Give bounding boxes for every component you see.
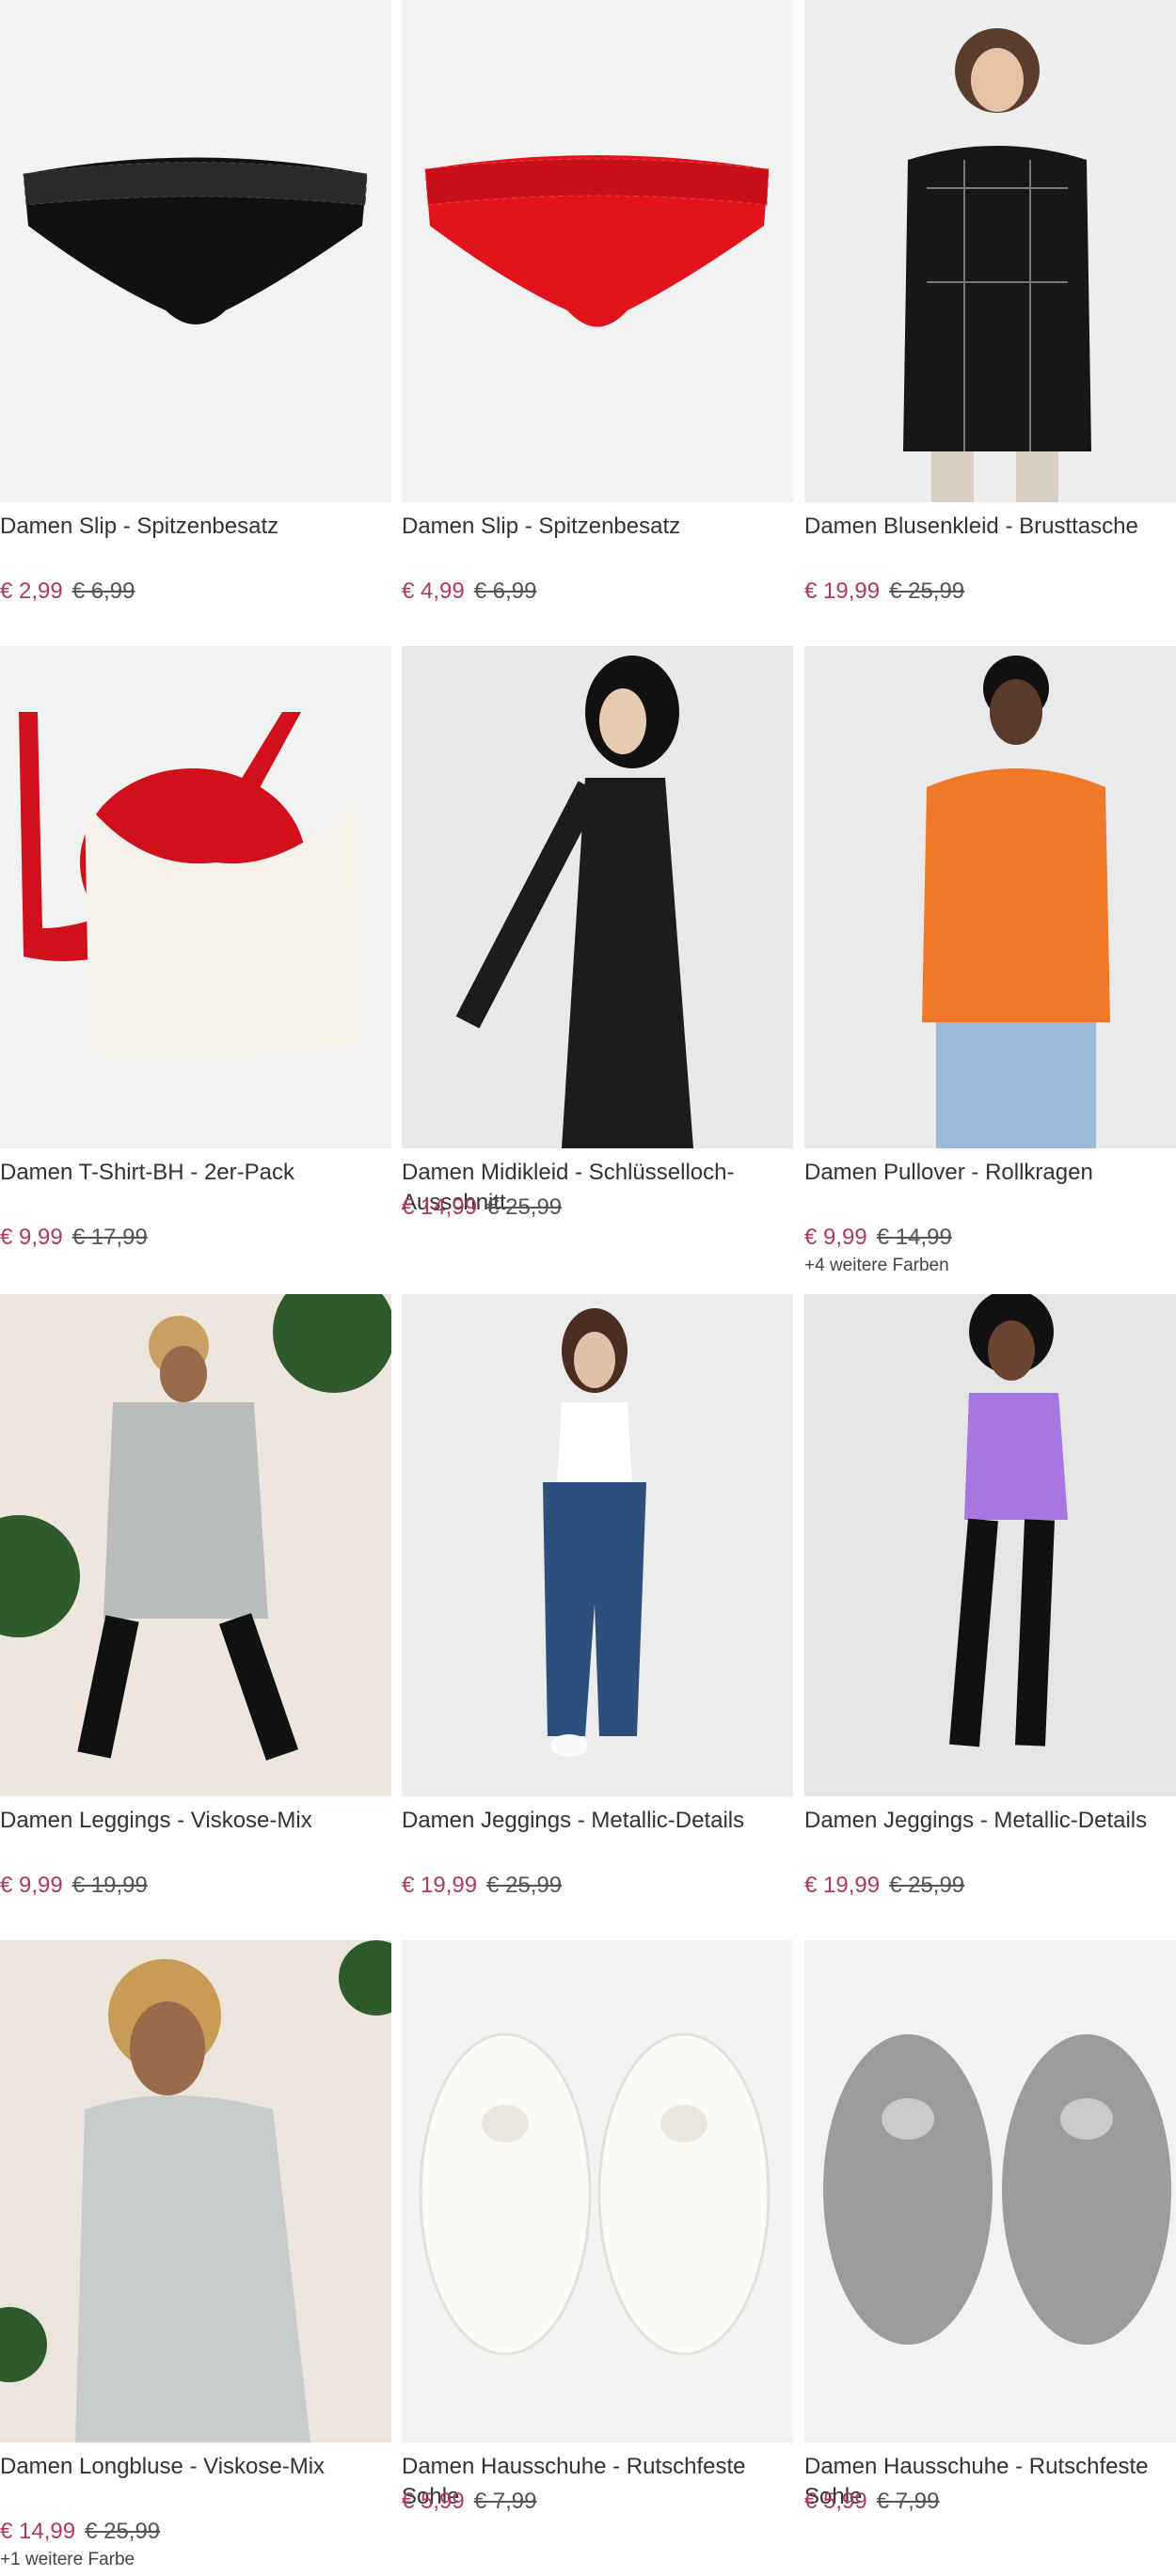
product-card[interactable]: Damen Slip - Spitzenbesatz € 2,99 € 6,99 (0, 0, 391, 606)
more-colors-link[interactable]: +1 weitere Farbe (0, 2550, 391, 2570)
old-price: € 6,99 (473, 578, 537, 604)
product-card[interactable]: Damen Jeggings - Metallic-Details € 19,9… (804, 1294, 1176, 1900)
current-price: € 5,99 (804, 2489, 867, 2514)
current-price: € 19,99 (804, 578, 881, 604)
product-card[interactable]: Damen Leggings - Viskose-Mix € 9,99 € 19,… (0, 1294, 391, 1900)
old-price: € 7,99 (876, 2489, 940, 2514)
current-price: € 9,99 (804, 1225, 867, 1250)
product-image[interactable] (0, 1940, 391, 2442)
product-image[interactable] (402, 646, 793, 1148)
old-price: € 25,99 (889, 1873, 965, 1898)
current-price: € 2,99 (0, 578, 63, 604)
old-price: € 25,99 (486, 1873, 563, 1898)
current-price: € 5,99 (402, 2489, 465, 2514)
old-price: € 25,99 (486, 1194, 563, 1220)
current-price: € 14,99 (402, 1194, 478, 1220)
product-image[interactable] (402, 1940, 793, 2442)
product-card[interactable]: Damen Blusenkleid - Brusttasche € 19,99 €… (804, 0, 1176, 606)
price-row: € 14,99 € 25,99 (402, 1193, 793, 1222)
old-price: € 25,99 (85, 2519, 161, 2544)
current-price: € 19,99 (402, 1873, 478, 1898)
product-title[interactable]: Damen Leggings - Viskose-Mix (0, 1806, 391, 1866)
product-image[interactable] (804, 0, 1176, 502)
product-card[interactable]: Damen Pullover - Rollkragen € 9,99 € 14,9… (804, 646, 1176, 1276)
product-title[interactable]: Damen T-Shirt-BH - 2er-Pack (0, 1158, 391, 1218)
product-image[interactable] (0, 646, 391, 1148)
product-image[interactable] (804, 1294, 1176, 1796)
product-card[interactable]: Damen Hausschuhe - Rutschfeste Sohle € 5… (804, 1940, 1176, 2516)
product-card[interactable]: Damen Hausschuhe - Rutschfeste Sohle € 5… (402, 1940, 793, 2516)
product-image[interactable] (402, 1294, 793, 1796)
price-row: € 9,99 € 14,99 (804, 1224, 1176, 1252)
price-row: € 9,99 € 17,99 (0, 1224, 391, 1252)
old-price: € 7,99 (473, 2489, 537, 2514)
product-title[interactable]: Damen Pullover - Rollkragen (804, 1158, 1176, 1218)
current-price: € 9,99 (0, 1873, 63, 1898)
product-card[interactable]: Damen Longbluse - Viskose-Mix € 14,99 € 2… (0, 1940, 391, 2570)
product-image[interactable] (804, 1940, 1176, 2442)
price-row: € 14,99 € 25,99 (0, 2518, 391, 2546)
more-colors-link[interactable]: +4 weitere Farben (804, 1256, 1176, 1276)
product-image[interactable] (0, 1294, 391, 1796)
product-card[interactable]: Damen T-Shirt-BH - 2er-Pack € 9,99 € 17,9… (0, 646, 391, 1252)
product-card[interactable]: Damen Midikleid - Schlüsselloch-Ausschni… (402, 646, 793, 1222)
product-card[interactable]: Damen Jeggings - Metallic-Details € 19,9… (402, 1294, 793, 1900)
price-row: € 19,99 € 25,99 (804, 1872, 1176, 1900)
price-row: € 19,99 € 25,99 (402, 1872, 793, 1900)
product-image[interactable] (0, 0, 391, 502)
price-row: € 5,99 € 7,99 (804, 2488, 1176, 2516)
product-card[interactable]: Damen Slip - Spitzenbesatz € 4,99 € 6,99 (402, 0, 793, 606)
price-row: € 9,99 € 19,99 (0, 1872, 391, 1900)
old-price: € 6,99 (72, 578, 135, 604)
product-title[interactable]: Damen Jeggings - Metallic-Details (804, 1806, 1176, 1866)
old-price: € 19,99 (72, 1873, 148, 1898)
price-row: € 19,99 € 25,99 (804, 577, 1176, 606)
product-title[interactable]: Damen Longbluse - Viskose-Mix (0, 2452, 391, 2512)
price-row: € 2,99 € 6,99 (0, 577, 391, 606)
old-price: € 17,99 (72, 1225, 148, 1250)
product-title[interactable]: Damen Blusenkleid - Brusttasche (804, 512, 1176, 572)
product-title[interactable]: Damen Slip - Spitzenbesatz (402, 512, 793, 572)
current-price: € 19,99 (804, 1873, 881, 1898)
product-image[interactable] (402, 0, 793, 502)
product-image[interactable] (804, 646, 1176, 1148)
current-price: € 4,99 (402, 578, 465, 604)
current-price: € 9,99 (0, 1225, 63, 1250)
product-title[interactable]: Damen Jeggings - Metallic-Details (402, 1806, 793, 1866)
product-title[interactable]: Damen Slip - Spitzenbesatz (0, 512, 391, 572)
price-row: € 4,99 € 6,99 (402, 577, 793, 606)
old-price: € 25,99 (889, 578, 965, 604)
current-price: € 14,99 (0, 2519, 76, 2544)
old-price: € 14,99 (876, 1225, 952, 1250)
price-row: € 5,99 € 7,99 (402, 2488, 793, 2516)
